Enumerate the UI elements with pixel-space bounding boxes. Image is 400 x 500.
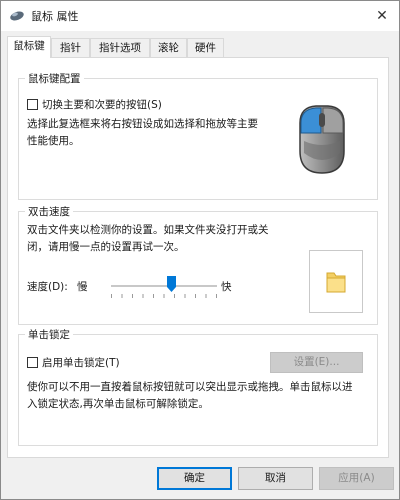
mouse-properties-dialog: 鼠标 属性 ✕ 鼠标键 指针 指针选项 滚轮 硬件 鼠标键配置 切换主要和次要的…: [0, 0, 400, 500]
click-lock-description: 使你可以不用一直按着鼠标按钮就可以突出显示或拖拽。单击鼠标以进 入锁定状态,再次…: [27, 381, 353, 410]
tab-pointer-options[interactable]: 指针选项: [90, 38, 150, 57]
button-config-label: 鼠标键配置: [25, 71, 84, 86]
mouse-illustration: [299, 105, 345, 174]
tab-hardware[interactable]: 硬件: [187, 38, 224, 57]
speed-label: 速度(D):: [27, 281, 68, 293]
click-lock-group: 单击锁定 启用单击锁定(T) 设置(E)... 使你可以不用一直按着鼠标按钮就可…: [18, 327, 378, 446]
speed-slider-track[interactable]: [111, 285, 217, 287]
click-lock-checkbox-label[interactable]: 启用单击锁定(T): [42, 355, 120, 370]
click-lock-label: 单击锁定: [25, 327, 73, 342]
close-button[interactable]: ✕: [371, 5, 393, 27]
switch-buttons-label[interactable]: 切换主要和次要的按钮(S): [42, 97, 162, 112]
switch-buttons-row[interactable]: 切换主要和次要的按钮(S): [27, 97, 162, 112]
title-bar: 鼠标 属性 ✕: [1, 1, 399, 31]
tab-pointers[interactable]: 指针: [51, 38, 90, 57]
tab-wheel[interactable]: 滚轮: [150, 38, 187, 57]
switch-buttons-checkbox[interactable]: [27, 99, 38, 110]
click-lock-row[interactable]: 启用单击锁定(T): [27, 355, 120, 370]
double-click-label: 双击速度: [25, 204, 73, 219]
mouse-app-icon: [10, 11, 24, 21]
fast-label: 快: [221, 281, 232, 293]
tab-strip: 鼠标键 指针 指针选项 滚轮 硬件: [7, 36, 387, 58]
switch-buttons-description: 选择此复选框来将右按钮设成如选择和拖放等主要 性能使用。: [27, 118, 258, 147]
close-icon: ✕: [376, 8, 388, 24]
ok-button[interactable]: 确定: [157, 467, 232, 490]
speed-slider-ticks: [111, 294, 217, 298]
cancel-button[interactable]: 取消: [238, 467, 313, 490]
tab-buttons[interactable]: 鼠标键: [7, 36, 51, 58]
double-click-group: 双击速度 双击文件夹以检测你的设置。如果文件夹没打开或关 闭，请用慢一点的设置再…: [18, 204, 378, 325]
slow-label: 慢: [77, 281, 88, 293]
tab-page-buttons: 鼠标键配置 切换主要和次要的按钮(S) 选择此复选框来将右按钮设成如选择和拖放等…: [7, 57, 389, 458]
double-click-description: 双击文件夹以检测你的设置。如果文件夹没打开或关 闭，请用慢一点的设置再试一次。: [27, 224, 269, 253]
double-click-test-area[interactable]: [309, 250, 363, 313]
click-lock-checkbox[interactable]: [27, 357, 38, 368]
window-title: 鼠标 属性: [31, 10, 79, 23]
button-config-group: 鼠标键配置 切换主要和次要的按钮(S) 选择此复选框来将右按钮设成如选择和拖放等…: [18, 71, 378, 200]
apply-button[interactable]: 应用(A): [319, 467, 394, 490]
speed-slider-thumb[interactable]: [166, 276, 176, 292]
folder-icon[interactable]: [324, 269, 348, 295]
click-lock-settings-button[interactable]: 设置(E)...: [270, 352, 363, 373]
